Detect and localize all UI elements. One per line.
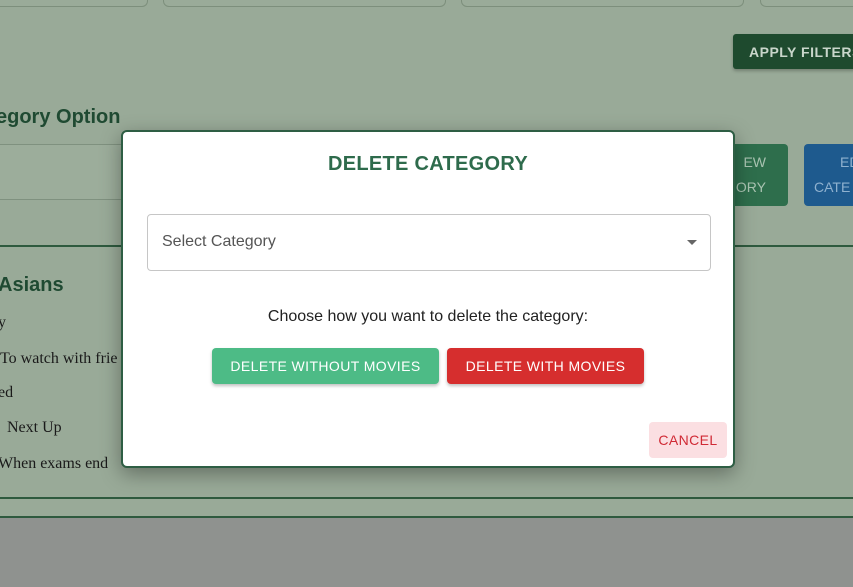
page-footer-area — [0, 518, 853, 587]
filter-field-3[interactable] — [461, 0, 744, 7]
list-item[interactable]: To watch with frie — [0, 350, 118, 368]
edit-category-label-line2: CATE — [814, 179, 851, 195]
cancel-button[interactable]: CANCEL — [649, 422, 727, 458]
category-list-heading: Asians — [0, 274, 64, 296]
filter-field-1[interactable] — [0, 0, 148, 7]
select-placeholder: Select Category — [162, 233, 276, 250]
category-select[interactable]: Select Category — [147, 214, 711, 271]
list-item[interactable]: Next Up — [7, 419, 62, 437]
delete-with-movies-button[interactable]: DELETE WITH MOVIES — [447, 348, 644, 384]
edit-category-button[interactable]: ED CATE — [804, 144, 853, 206]
category-options-heading: egory Option — [0, 106, 121, 128]
delete-mode-prompt: Choose how you want to delete the catego… — [267, 308, 589, 325]
list-item[interactable]: ed — [0, 384, 13, 402]
apply-filters-button[interactable]: APPLY FILTERS — [733, 34, 853, 69]
list-item[interactable]: When exams end — [0, 455, 108, 473]
divider — [0, 497, 853, 499]
caret-down-icon[interactable] — [687, 240, 697, 245]
delete-without-movies-button[interactable]: DELETE WITHOUT MOVIES — [212, 348, 439, 384]
filter-field-2[interactable] — [163, 0, 446, 7]
filter-field-4[interactable] — [760, 0, 853, 7]
list-item[interactable]: y — [0, 314, 6, 332]
delete-category-dialog: DELETE CATEGORY Select Category Choose h… — [121, 130, 735, 468]
dialog-title: DELETE CATEGORY — [327, 153, 529, 175]
edit-category-label-line1: ED — [840, 154, 853, 170]
divider — [0, 516, 853, 518]
